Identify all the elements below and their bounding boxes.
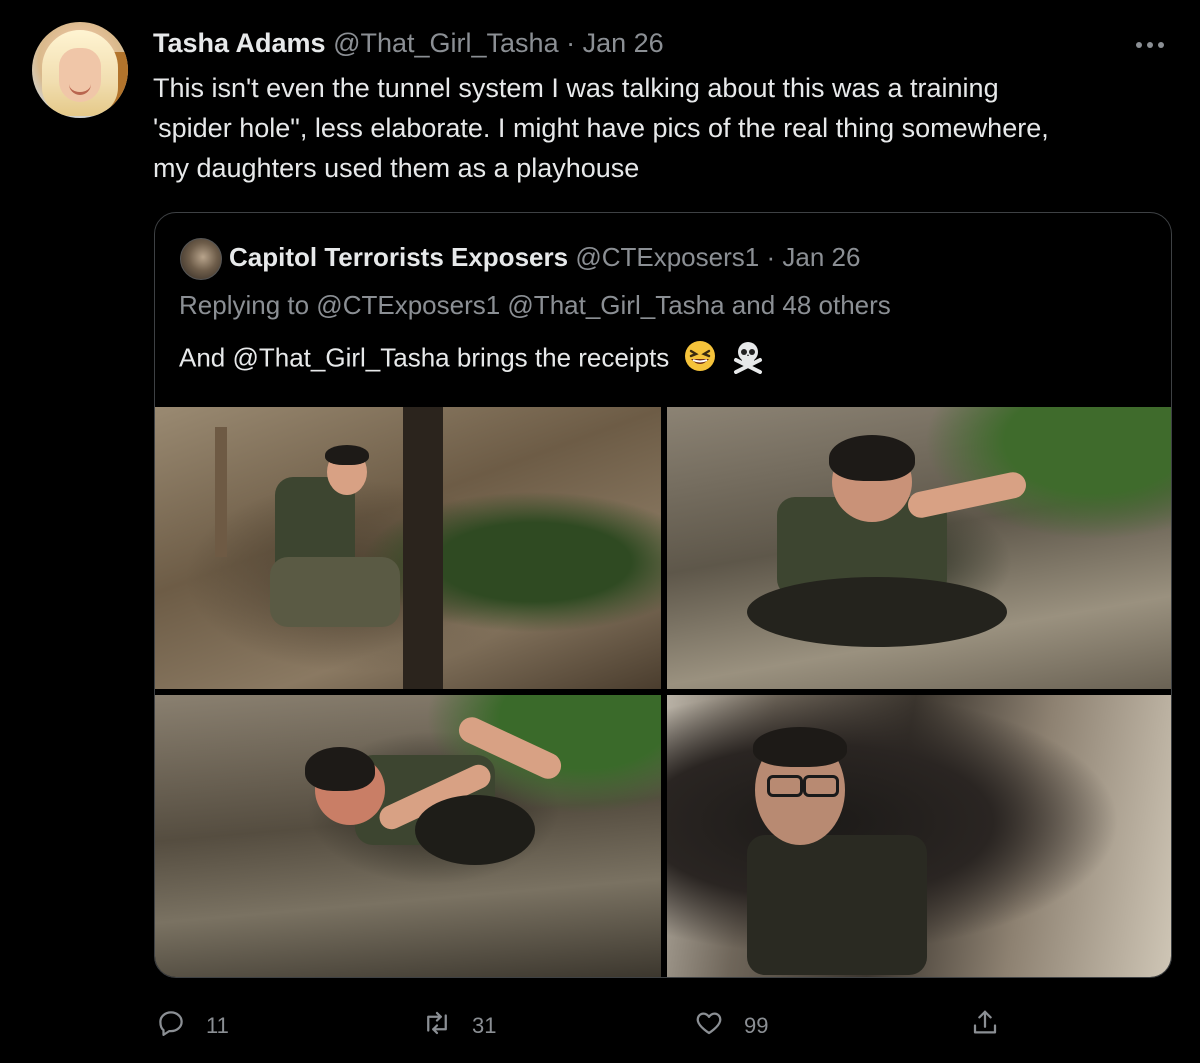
like-count: 99 [744,1013,769,1038]
skull-crossbones-icon [730,338,766,381]
quoted-author-handle[interactable]: @CTExposers1 [575,242,759,272]
share-button[interactable] [970,1006,1000,1046]
quoted-tweet-text: And @That_Girl_Tasha brings the receipts [179,342,670,373]
photo-man-kneeling-forest[interactable] [155,407,661,689]
reply-count: 11 [206,1013,229,1038]
author-avatar[interactable] [32,22,128,118]
tweet[interactable]: Tasha Adams @That_Girl_Tasha · Jan 26 Th… [0,0,1200,1063]
photo-grid [155,407,1171,977]
like-button[interactable]: 99 [694,1006,768,1046]
author-name[interactable]: Tasha Adams [153,28,326,58]
quoted-tweet-text-line: And @That_Girl_Tasha brings the receipts [179,338,766,381]
author-handle[interactable]: @That_Girl_Tasha [333,28,559,58]
tweet-date[interactable]: Jan 26 [583,28,664,58]
tweet-actions: 11 31 99 [0,1006,1200,1046]
quoted-header-separator: · [766,242,776,272]
quoted-tweet[interactable]: Capitol Terrorists Exposers @CTExposers1… [154,212,1172,978]
like-icon [694,1008,724,1044]
quoted-tweet-header: Capitol Terrorists Exposers @CTExposers1… [229,241,860,273]
quoted-author-avatar[interactable] [180,238,222,280]
retweet-count: 31 [472,1013,497,1038]
photo-man-in-tunnel-glasses[interactable] [667,695,1171,977]
header-separator: · [566,28,576,58]
photo-man-in-hole-reaching[interactable] [667,407,1171,689]
retweet-button[interactable]: 31 [422,1006,496,1046]
retweet-icon [422,1008,452,1044]
reply-button[interactable]: 11 [156,1006,229,1046]
tweet-text: This isn't even the tunnel system I was … [153,73,1049,183]
replying-to: Replying to @CTExposers1 @That_Girl_Tash… [179,290,891,320]
laughing-face-icon [683,339,717,380]
photo-man-in-hole-lying[interactable] [155,695,661,977]
quoted-tweet-date[interactable]: Jan 26 [782,242,860,272]
more-horizontal-icon[interactable] [1135,27,1165,58]
tweet-header: Tasha Adams @That_Girl_Tasha · Jan 26 [153,27,664,59]
reply-icon [156,1008,186,1044]
quoted-author-name[interactable]: Capitol Terrorists Exposers [229,242,568,272]
share-icon [970,1008,1000,1044]
